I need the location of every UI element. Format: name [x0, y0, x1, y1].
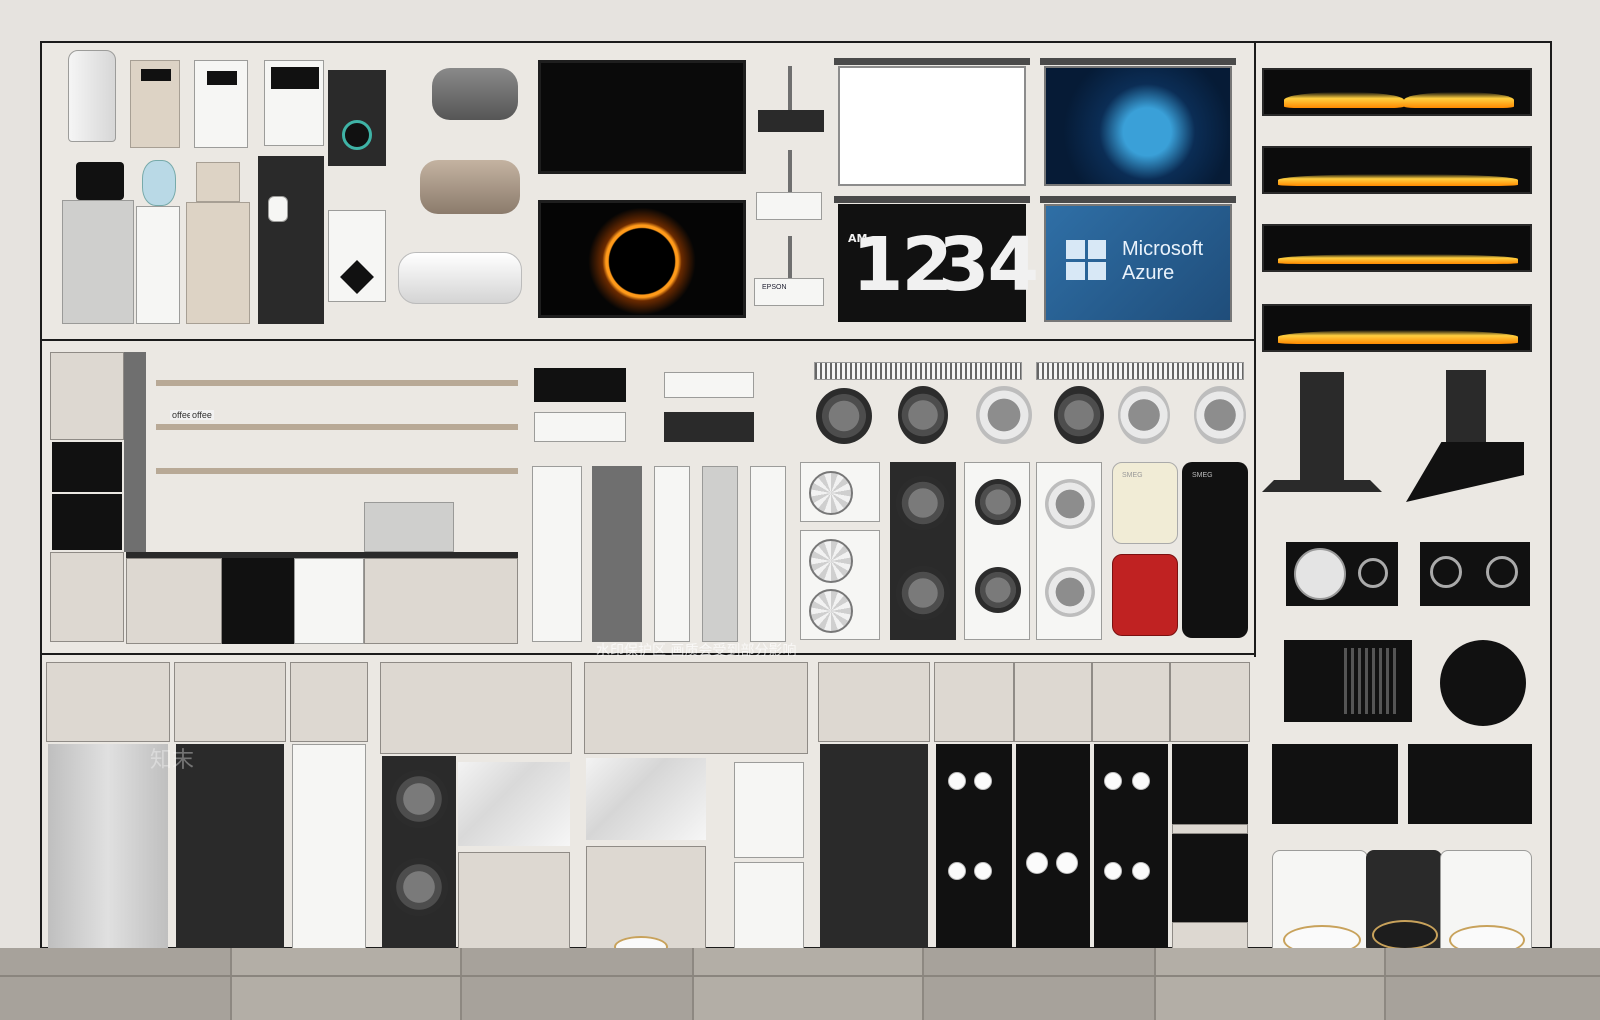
fridge-cabinet-black — [174, 662, 286, 960]
projection-screen-azure: Microsoft Azure — [1040, 196, 1236, 322]
water-purifier-white — [194, 60, 248, 148]
floor-seam — [0, 975, 1600, 977]
ceiling-projector-1 — [756, 66, 826, 136]
wall-washer-6 — [1194, 386, 1246, 444]
water-purifier-panel — [264, 60, 324, 146]
laundry-sink-cabinet — [584, 662, 1200, 960]
wall-washer-4 — [1054, 386, 1104, 444]
fireplace-4 — [1262, 304, 1532, 352]
disinfection-cabinet-3 — [1092, 662, 1170, 960]
robot-vacuum-base-2 — [1440, 850, 1532, 962]
tower-fan-2 — [702, 466, 738, 642]
coffee-shelf-1 — [156, 380, 518, 386]
range-hood-t — [1262, 372, 1382, 502]
washer-dryer-stack-white-1 — [964, 462, 1030, 640]
wall-washer-2 — [898, 386, 948, 444]
outdoor-unit-2 — [800, 530, 880, 640]
split-ac-white — [534, 412, 626, 442]
floor-ac-grey — [592, 466, 642, 642]
fridge-cabinet-white — [290, 662, 368, 960]
tv-black-screen — [538, 60, 746, 174]
coffee-shelf-2 — [156, 424, 518, 430]
projection-screen-white — [834, 58, 1030, 186]
fireplace-1 — [1262, 68, 1532, 116]
robot-vacuum-base-black — [1366, 850, 1442, 954]
tower-fan-3 — [750, 466, 786, 642]
water-heater-white — [398, 252, 522, 304]
vent-grille-2 — [1036, 362, 1244, 380]
washer-dryer-stack-dark — [890, 462, 956, 640]
split-ac-black — [534, 368, 626, 402]
projector-brand: EPSON — [762, 284, 787, 291]
watermark-banner: 水印保护区 画质会受到部分影响 — [596, 643, 797, 659]
coffee-shelf-3 — [156, 468, 518, 474]
tv-eclipse — [538, 200, 746, 318]
outdoor-unit-1 — [800, 462, 880, 522]
robot-vacuum-base-1 — [1272, 850, 1368, 962]
fireplace-2 — [1262, 146, 1532, 194]
disinfection-cabinet-2 — [1014, 662, 1092, 960]
washer-dryer-stack-white-2 — [1036, 462, 1102, 640]
divider-vertical — [1254, 41, 1256, 657]
clock-hours: 12 — [852, 222, 953, 308]
water-purifier-beige — [130, 60, 180, 148]
fireplace-3 — [1262, 224, 1532, 272]
vent-grille-1 — [814, 362, 1022, 380]
cooktop-pot — [1286, 542, 1398, 606]
fridge-brand-cream: SMEG — [1122, 472, 1143, 479]
water-heater-champagne — [420, 160, 520, 214]
clock-minutes: 34 — [938, 222, 1039, 308]
retro-fridge-black: SMEG — [1182, 462, 1248, 638]
sink-black-3 — [1408, 744, 1532, 824]
wall-washer-1 — [816, 388, 872, 444]
range-hood-angled — [1406, 370, 1524, 510]
water-bar-beige — [186, 162, 250, 324]
sink-round — [1440, 640, 1526, 726]
espresso-machine — [364, 502, 454, 552]
azure-line-2: Azure — [1122, 262, 1175, 284]
projection-screen-clock: AM 12 34 — [834, 196, 1039, 322]
fridge-cabinet-2 — [818, 662, 930, 960]
split-ac-dark — [664, 412, 754, 442]
divider-row-1 — [40, 339, 1256, 341]
laundry-cabinet — [380, 662, 572, 960]
fridge-cabinet-silver — [46, 662, 170, 960]
wall-boiler-black — [328, 70, 386, 166]
floor-ac-white — [532, 466, 582, 642]
water-bar-grey — [62, 160, 134, 324]
ceiling-projector-3: EPSON — [752, 236, 826, 310]
fridge-brand-black: SMEG — [1192, 472, 1213, 479]
floor — [0, 948, 1600, 1020]
windows-logo-icon — [1066, 240, 1106, 280]
projection-screen-globe — [1040, 58, 1236, 186]
split-ac-white-2 — [664, 372, 754, 398]
water-dispenser-black — [258, 156, 324, 324]
cooktop-gas — [1420, 542, 1530, 606]
tower-fan-1 — [654, 466, 690, 642]
water-dispenser-1 — [62, 50, 122, 142]
disinfection-cabinet-4 — [1170, 662, 1250, 960]
disinfection-cabinet-1 — [934, 662, 1014, 960]
wall-washer-3 — [976, 386, 1032, 444]
water-heater-grey — [432, 68, 518, 120]
retro-fridge-red — [1112, 554, 1178, 636]
sink-black-1 — [1284, 640, 1412, 722]
azure-line-1: Microsoft — [1122, 238, 1204, 260]
sink-black-2 — [1272, 744, 1398, 824]
wall-washer-5 — [1118, 386, 1170, 444]
ceiling-projector-2 — [754, 150, 824, 224]
water-cooler-bottle — [136, 160, 180, 324]
coffee-cup-label-2: offee — [190, 410, 214, 420]
wall-boiler-white — [328, 210, 386, 302]
kitchen-base-cabinets — [126, 552, 518, 644]
